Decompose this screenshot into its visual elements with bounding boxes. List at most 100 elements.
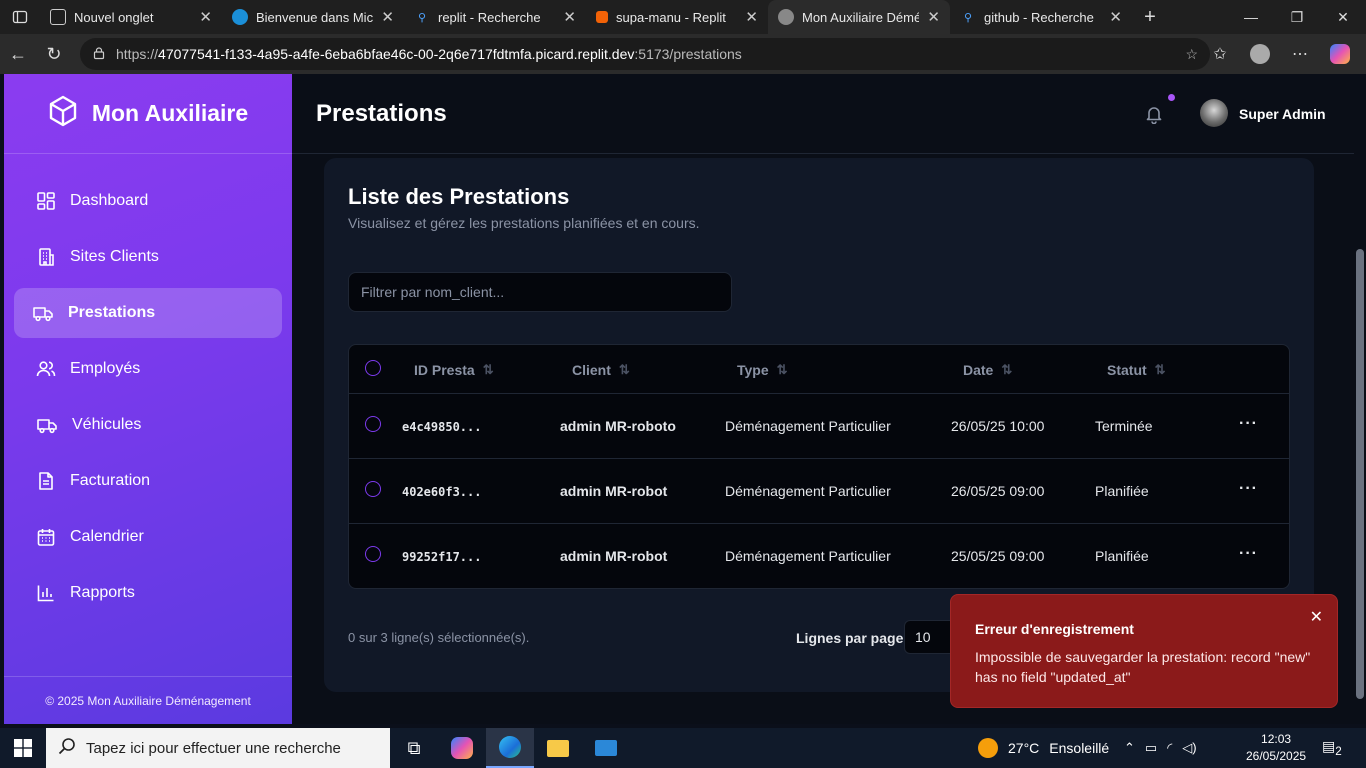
chevron-up-icon[interactable]: ⌃ (1124, 740, 1135, 756)
more-icon[interactable]: ⋯ (1284, 38, 1316, 70)
taskbar-search[interactable]: Tapez ici pour effectuer une recherche (46, 728, 390, 768)
brand[interactable]: Mon Auxiliaire (4, 74, 292, 154)
filter-input[interactable] (348, 272, 732, 312)
column-statut[interactable]: Statut ⇅ (1107, 362, 1166, 378)
table-row[interactable]: 99252f17... admin MR-robot Déménagement … (349, 524, 1289, 588)
browser-tab[interactable]: ⚲ replit - Recherche ✕ (404, 0, 586, 34)
calendar-icon (37, 529, 55, 546)
sort-icon: ⇅ (1001, 362, 1013, 377)
sidebar-item-sites-clients[interactable]: Sites Clients (14, 232, 282, 282)
dashboard-icon (37, 192, 55, 210)
edge-icon[interactable] (486, 728, 534, 768)
sidebar-item-prestations[interactable]: Prestations (14, 288, 282, 338)
sidebar: Mon Auxiliaire Dashboard Sites Clients P… (4, 74, 292, 724)
close-window-icon[interactable]: ✕ (1320, 0, 1366, 34)
table-row[interactable]: 402e60f3... admin MR-robot Déménagement … (349, 459, 1289, 524)
file-explorer-icon[interactable] (534, 728, 582, 768)
column-label: Statut (1107, 362, 1147, 378)
browser-tab[interactable]: ⚲ github - Recherche ✕ (950, 0, 1132, 34)
row-checkbox[interactable] (365, 481, 381, 497)
sidebar-item-calendrier[interactable]: Calendrier (14, 512, 282, 562)
cube-icon (48, 95, 78, 132)
new-tab-icon[interactable]: + (1132, 0, 1168, 34)
column-date[interactable]: Date ⇅ (963, 362, 1012, 378)
sidebar-item-dashboard[interactable]: Dashboard (14, 176, 282, 226)
browser-tab[interactable]: Bienvenue dans Microsoft Edge ✕ (222, 0, 404, 34)
cell-client: admin MR-robot (560, 483, 668, 499)
sort-icon: ⇅ (482, 362, 494, 377)
mail-icon[interactable] (582, 728, 630, 768)
user-name[interactable]: Super Admin (1239, 106, 1326, 122)
cell-client: admin MR-roboto (560, 418, 676, 434)
network-icon[interactable]: ◜ (1167, 740, 1172, 756)
scrollbar[interactable] (1354, 74, 1366, 724)
close-icon[interactable]: ✕ (199, 8, 212, 26)
tab-actions-icon[interactable] (0, 0, 40, 34)
column-label: Client (572, 362, 611, 378)
copilot-icon[interactable] (1324, 38, 1356, 70)
edge-icon (232, 9, 248, 25)
bell-icon[interactable] (1144, 104, 1164, 129)
battery-icon[interactable]: ▭ (1145, 740, 1157, 756)
select-all-checkbox[interactable] (365, 360, 381, 376)
column-type[interactable]: Type ⇅ (737, 362, 788, 378)
sidebar-item-vehicules[interactable]: Véhicules (14, 400, 282, 450)
star-icon[interactable]: ☆ (1185, 46, 1198, 63)
close-icon[interactable]: ✕ (1109, 8, 1122, 26)
chart-icon (37, 585, 54, 602)
favorites-icon[interactable]: ✩ (1204, 38, 1236, 70)
scroll-thumb[interactable] (1356, 249, 1364, 699)
sort-icon: ⇅ (776, 362, 788, 377)
table-row[interactable]: e4c49850... admin MR-roboto Déménagement… (349, 394, 1289, 459)
minimize-icon[interactable]: — (1228, 0, 1274, 34)
close-icon[interactable]: ✕ (563, 8, 576, 26)
close-icon[interactable]: ✕ (381, 8, 394, 26)
sidebar-item-facturation[interactable]: Facturation (14, 456, 282, 506)
weather-text: Ensoleillé (1049, 740, 1110, 756)
cell-id: 402e60f3... (402, 485, 482, 499)
sidebar-item-employes[interactable]: Employés (14, 344, 282, 394)
task-view-icon[interactable]: ⧉ (390, 728, 438, 768)
row-checkbox[interactable] (365, 416, 381, 432)
browser-toolbar: ✩ ⋯ (1204, 38, 1356, 70)
truck-icon (37, 419, 57, 434)
clock[interactable]: 12:03 26/05/2025 (1246, 731, 1306, 765)
weather-widget[interactable]: 27°C Ensoleillé (978, 728, 1109, 768)
browser-tab[interactable]: supa-manu - Replit ✕ (586, 0, 768, 34)
users-icon (36, 361, 56, 377)
url-field[interactable]: https://47077541-f133-4a95-a4fe-6eba6bfa… (80, 38, 1210, 70)
browser-tab-active[interactable]: Mon Auxiliaire Déménagement ✕ (768, 0, 950, 34)
maximize-icon[interactable]: ❐ (1274, 0, 1320, 34)
column-client[interactable]: Client ⇅ (572, 362, 630, 378)
row-actions-icon[interactable]: ··· (1239, 480, 1258, 498)
close-icon[interactable]: ✕ (1310, 607, 1323, 627)
sidebar-item-rapports[interactable]: Rapports (14, 568, 282, 618)
copilot-icon[interactable] (438, 728, 486, 768)
column-label: ID Presta (414, 362, 475, 378)
site-info-icon[interactable] (92, 46, 106, 63)
profile-icon[interactable] (1244, 38, 1276, 70)
tab-title: github - Recherche (984, 9, 1094, 25)
taskbar-search-placeholder: Tapez ici pour effectuer une recherche (86, 739, 341, 757)
tab-title: Nouvel onglet (74, 9, 154, 25)
browser-tab-bar: Nouvel onglet ✕ Bienvenue dans Microsoft… (0, 0, 1366, 34)
row-actions-icon[interactable]: ··· (1239, 545, 1258, 563)
search-icon (58, 737, 76, 759)
close-icon[interactable]: ✕ (745, 8, 758, 26)
address-bar: ← ↻ https://47077541-f133-4a95-a4fe-6eba… (0, 34, 1366, 74)
row-checkbox[interactable] (365, 546, 381, 562)
column-id-presta[interactable]: ID Presta ⇅ (414, 362, 494, 378)
notification-dot (1168, 94, 1175, 101)
notification-center-icon[interactable]: ▤2 (1322, 738, 1348, 758)
volume-icon[interactable]: ◁) (1182, 740, 1196, 756)
browser-tab[interactable]: Nouvel onglet ✕ (40, 0, 222, 34)
close-icon[interactable]: ✕ (927, 8, 940, 26)
windows-start-icon[interactable] (0, 728, 46, 768)
column-label: Date (963, 362, 994, 378)
refresh-icon[interactable]: ↻ (36, 36, 72, 72)
building-icon (39, 248, 54, 266)
back-icon[interactable]: ← (0, 36, 36, 72)
avatar[interactable] (1200, 99, 1228, 127)
cell-client: admin MR-robot (560, 548, 668, 564)
row-actions-icon[interactable]: ··· (1239, 415, 1258, 433)
